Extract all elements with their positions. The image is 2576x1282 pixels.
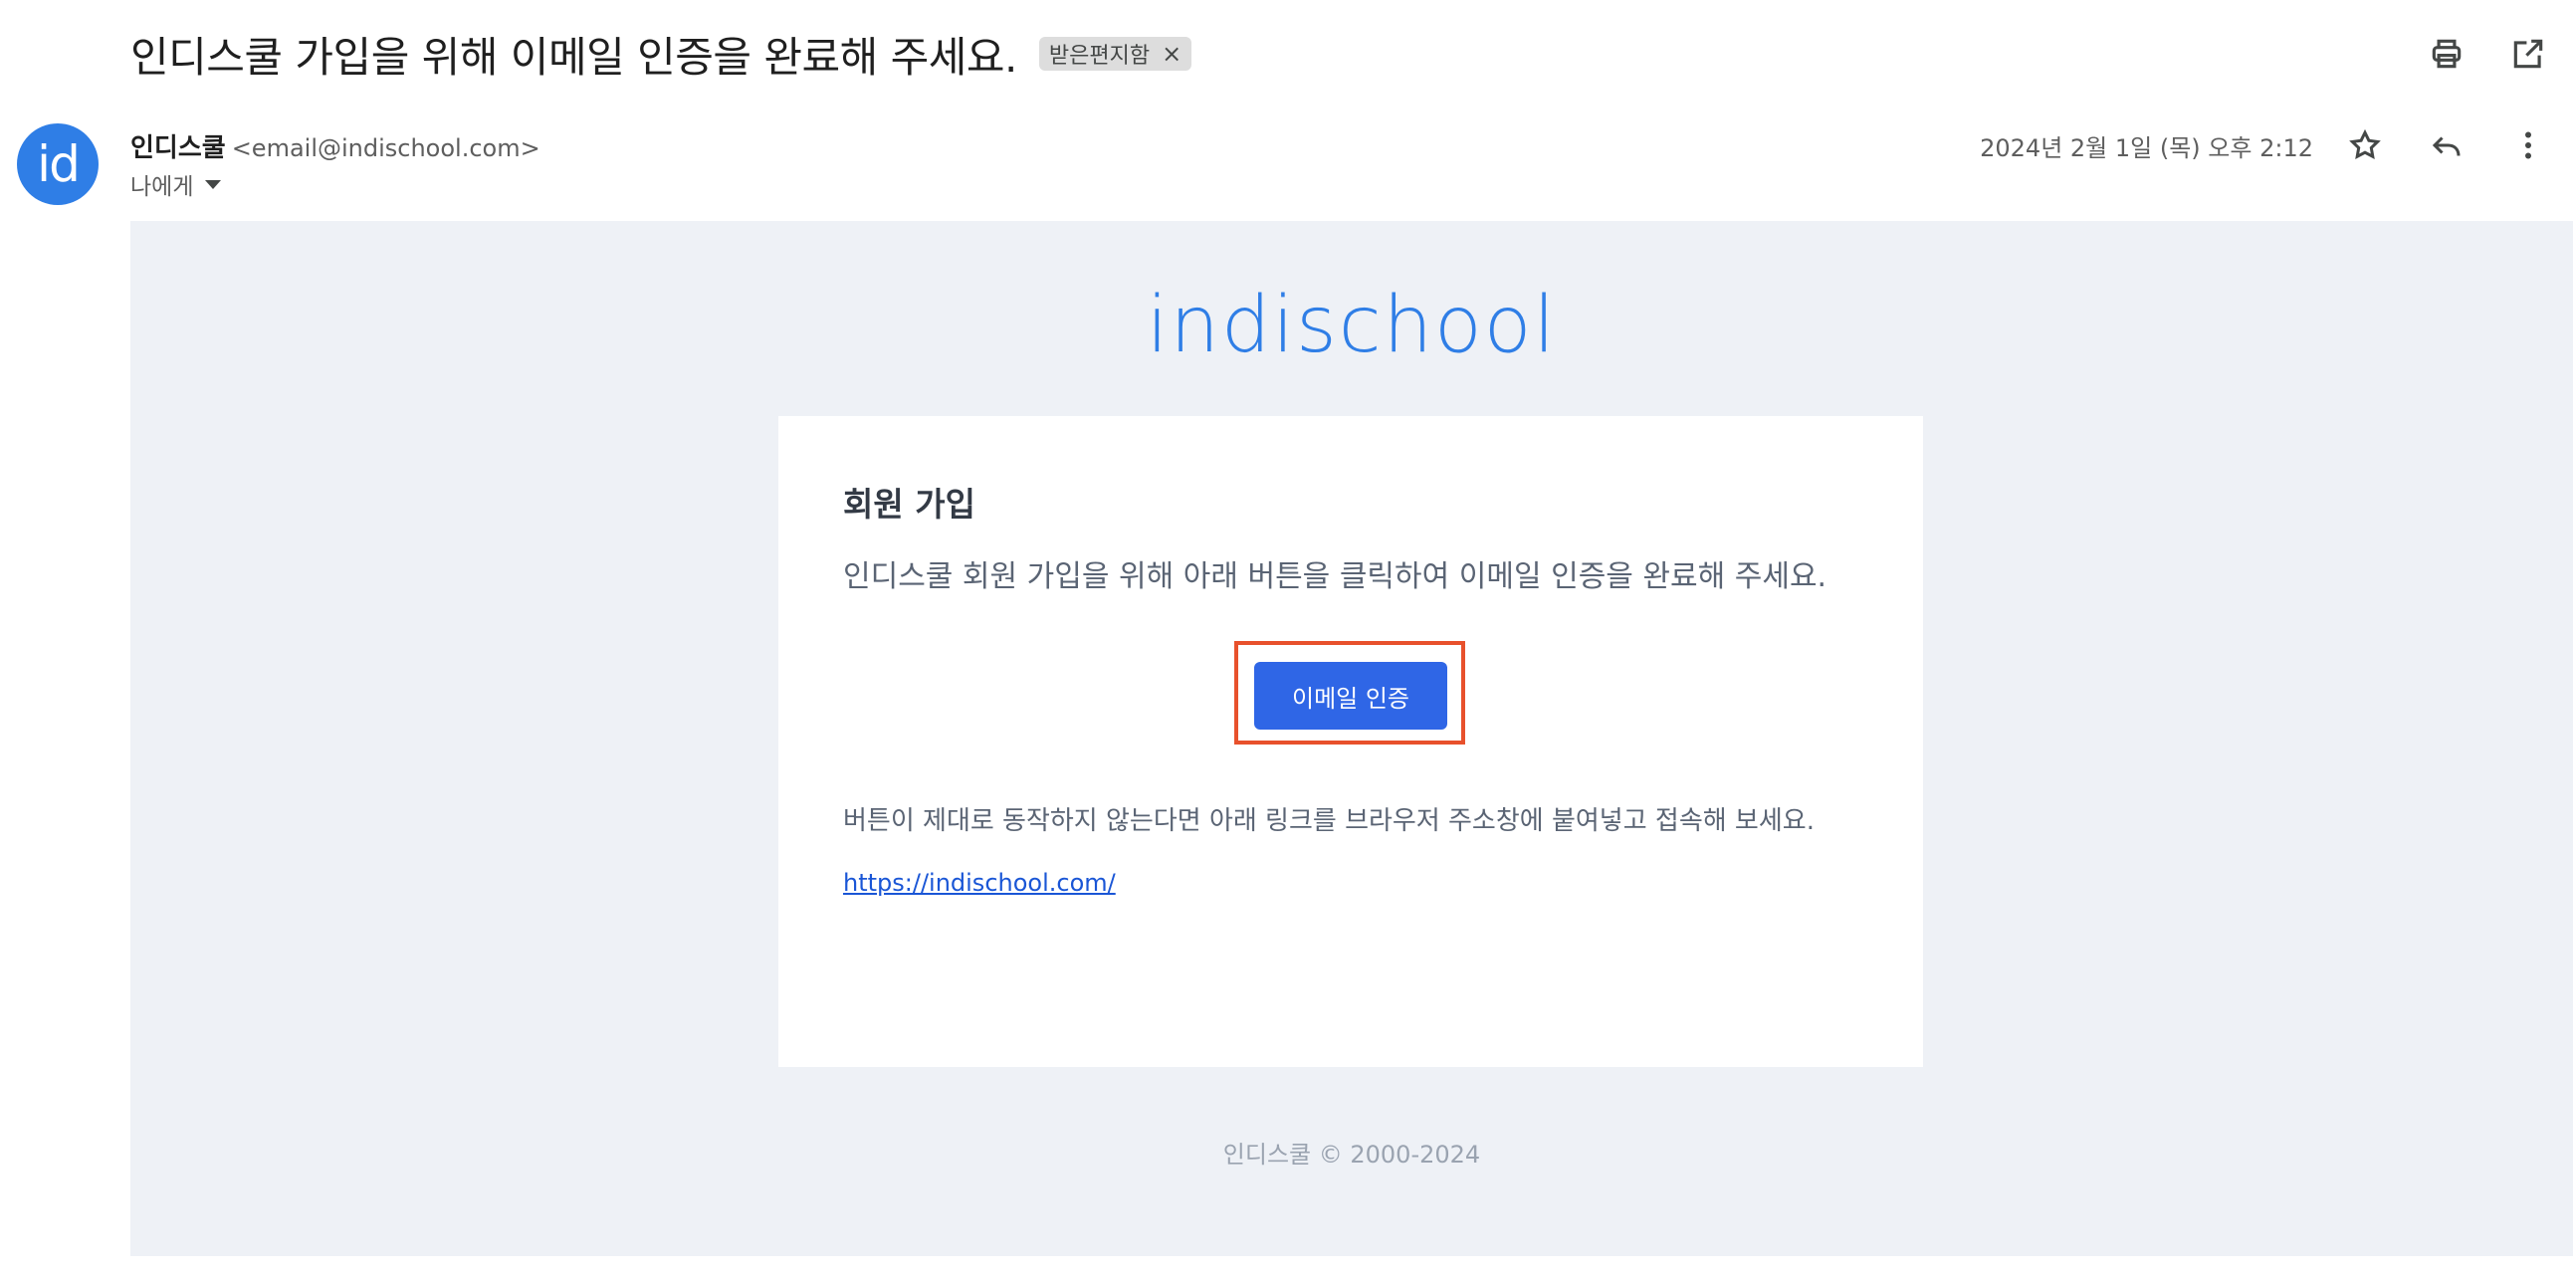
label-chip-inbox[interactable]: 받은편지함 × <box>1038 37 1192 71</box>
message-meta: 2024년 2월 1일 (목) 오후 2:12 <box>1980 121 2552 169</box>
open-in-new-icon[interactable] <box>2504 30 2552 78</box>
star-icon[interactable] <box>2341 121 2389 169</box>
header-actions <box>2423 30 2552 78</box>
recipient-label: 나에게 <box>130 174 194 200</box>
content-card: 회원 가입 인디스쿨 회원 가입을 위해 아래 버튼을 클릭하여 이메일 인증을… <box>778 416 1923 1067</box>
message-actions <box>2341 121 2552 169</box>
message-date: 2024년 2월 1일 (목) 오후 2:12 <box>1980 133 2313 162</box>
brand-logo: indischool <box>1146 281 1558 370</box>
label-chip-text: 받은편지함 <box>1048 44 1151 69</box>
more-vertical-icon[interactable] <box>2504 121 2552 169</box>
sender-email: <email@indischool.com> <box>231 134 540 162</box>
sender-name[interactable]: 인디스쿨 <box>130 133 226 163</box>
chevron-down-icon[interactable] <box>205 179 222 189</box>
fallback-link[interactable]: https://indischool.com/ <box>843 869 1116 897</box>
reply-icon[interactable] <box>2423 121 2470 169</box>
sender-line: 인디스쿨 <email@indischool.com> <box>130 127 540 164</box>
card-message: 인디스쿨 회원 가입을 위해 아래 버튼을 클릭하여 이메일 인증을 완료해 주… <box>843 559 1827 594</box>
verify-email-button[interactable]: 이메일 인증 <box>1254 662 1447 730</box>
avatar: id <box>17 123 99 205</box>
email-footer: 인디스쿨 © 2000-2024 <box>1222 1141 1481 1169</box>
recipient-line: 나에게 <box>130 167 222 201</box>
card-title: 회원 가입 <box>843 485 975 524</box>
close-icon[interactable]: × <box>1162 40 1181 68</box>
print-icon[interactable] <box>2423 30 2470 78</box>
email-header: 인디스쿨 가입을 위해 이메일 인증을 완료해 주세요. 받은편지함 × <box>130 22 1192 86</box>
email-subject: 인디스쿨 가입을 위해 이메일 인증을 완료해 주세요. <box>130 32 1017 82</box>
fallback-instructions: 버튼이 제대로 동작하지 않는다면 아래 링크를 브라우저 주소창에 붙여넣고 … <box>843 806 1815 836</box>
email-body: indischool 회원 가입 인디스쿨 회원 가입을 위해 아래 버튼을 클… <box>130 221 2573 1256</box>
